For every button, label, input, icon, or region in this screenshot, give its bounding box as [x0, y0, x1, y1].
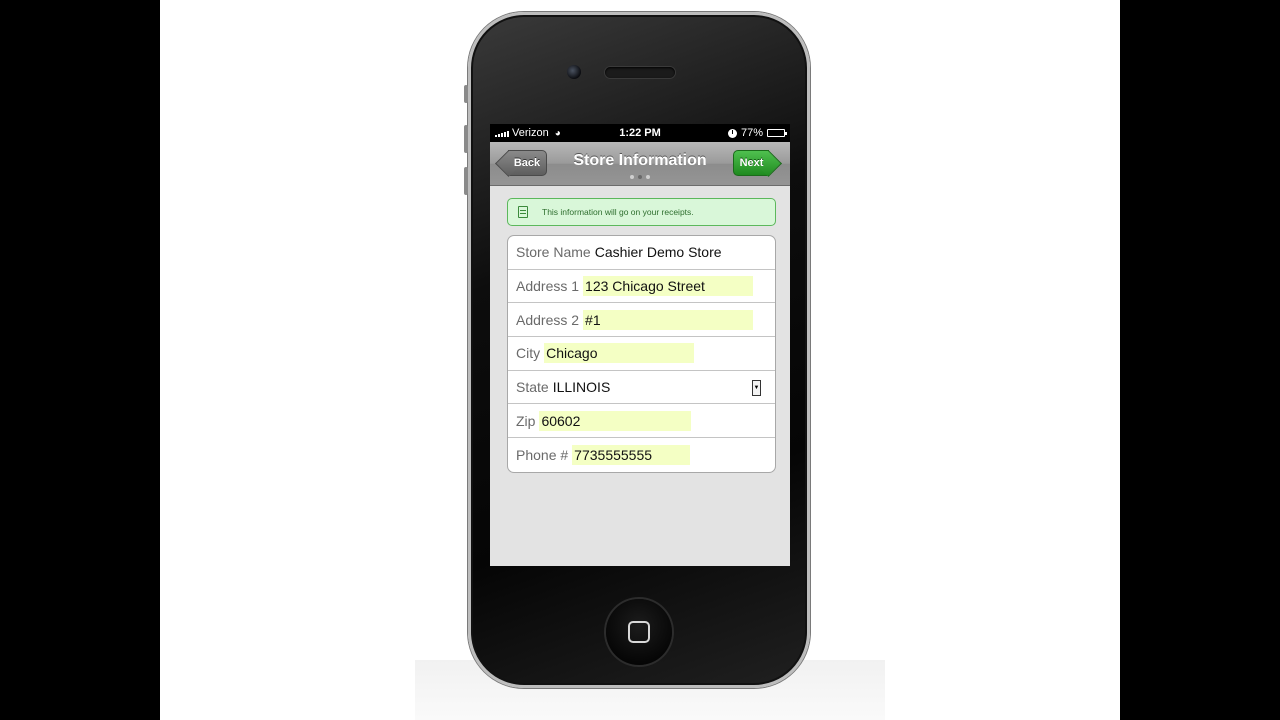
home-button[interactable] — [606, 599, 672, 665]
zip-input[interactable] — [539, 410, 692, 431]
state-select-value[interactable]: ILLINOIS — [553, 379, 611, 395]
store-name-label: Store Name — [516, 244, 591, 261]
volume-up-button — [464, 125, 468, 153]
wifi-icon: ◕ — [554, 127, 561, 139]
back-button-label: Back — [513, 157, 541, 169]
navigation-bar: Back Store Information Next — [490, 142, 790, 186]
info-banner: This information will go on your receipt… — [507, 198, 776, 226]
store-name-row[interactable]: Store Name Cashier Demo Store — [508, 236, 775, 270]
signal-icon — [495, 129, 509, 137]
store-name-value[interactable]: Cashier Demo Store — [595, 244, 722, 260]
city-label: City — [516, 345, 541, 362]
address1-label: Address 1 — [516, 278, 580, 295]
address2-input[interactable] — [583, 309, 754, 330]
city-input[interactable] — [544, 343, 695, 364]
address2-label: Address 2 — [516, 311, 580, 328]
background: Verizon ◕ 1:22 PM 77% Back Store Informa… — [160, 0, 1120, 720]
page-dot — [638, 175, 642, 179]
earpiece-speaker — [605, 67, 675, 78]
info-banner-text: This information will go on your receipt… — [542, 207, 694, 217]
home-square-icon — [628, 621, 650, 643]
receipt-icon — [518, 206, 528, 218]
dropdown-arrow-icon[interactable]: ▼ — [752, 379, 761, 396]
phone-screen: Verizon ◕ 1:22 PM 77% Back Store Informa… — [490, 124, 790, 566]
form-content: This information will go on your receipt… — [490, 186, 790, 473]
status-bar: Verizon ◕ 1:22 PM 77% — [490, 124, 790, 142]
alarm-clock-icon — [727, 128, 737, 138]
page-dot — [646, 175, 650, 179]
phone-input[interactable] — [572, 444, 691, 465]
state-label: State — [516, 379, 549, 396]
zip-label: Zip — [516, 412, 536, 429]
store-info-form: Store Name Cashier Demo Store Address 1 … — [507, 235, 776, 473]
next-button[interactable]: Next — [733, 150, 769, 176]
address2-row: Address 2 — [508, 303, 775, 338]
next-button-label: Next — [739, 157, 764, 169]
battery-percent: 77% — [740, 127, 763, 139]
phone-label: Phone # — [516, 446, 569, 463]
carrier-name: Verizon — [512, 127, 549, 139]
battery-icon — [767, 129, 787, 137]
city-row: City — [508, 337, 775, 371]
phone-row: Phone # — [508, 438, 775, 472]
back-button[interactable]: Back — [508, 150, 547, 176]
address1-input[interactable] — [583, 276, 754, 297]
state-row[interactable]: State ILLINOIS ▼ — [508, 371, 775, 405]
volume-down-button — [464, 167, 468, 195]
page-dot — [630, 175, 634, 179]
silent-switch — [464, 85, 468, 103]
address1-row: Address 1 — [508, 270, 775, 304]
zip-row: Zip — [508, 404, 775, 439]
front-camera — [567, 65, 581, 79]
